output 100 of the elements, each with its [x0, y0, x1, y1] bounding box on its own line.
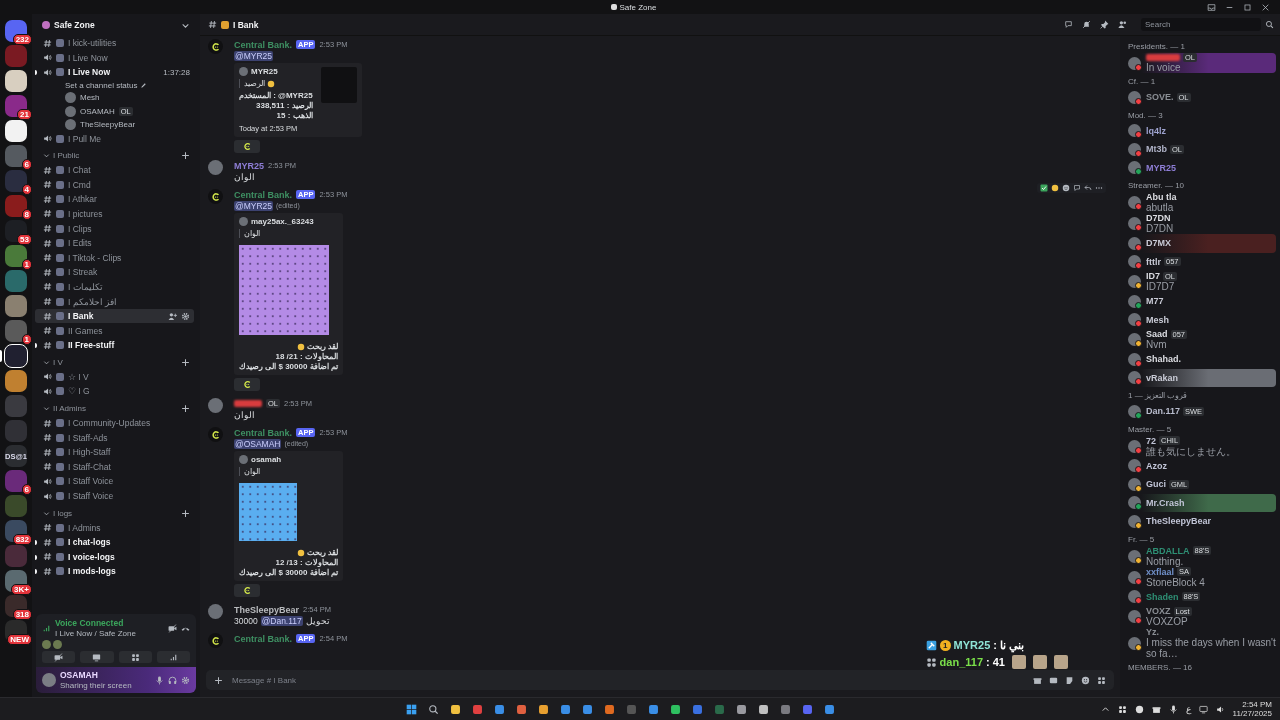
- search-icon[interactable]: [427, 703, 439, 715]
- add-channel-icon[interactable]: [181, 508, 190, 518]
- notification-off-icon[interactable]: [1082, 20, 1091, 29]
- chevron-up-icon[interactable]: [1100, 704, 1110, 714]
- server-icon[interactable]: [5, 70, 27, 92]
- member-item[interactable]: M77: [1126, 292, 1276, 311]
- settings-icon[interactable]: [181, 311, 190, 321]
- channel-item[interactable]: I Staff-Chat: [35, 459, 194, 475]
- member-item[interactable]: Mesh: [1126, 310, 1276, 329]
- more-icon[interactable]: [1095, 184, 1103, 192]
- monitor-icon[interactable]: [1198, 704, 1208, 714]
- app-icon[interactable]: [559, 703, 571, 715]
- server-icon[interactable]: [5, 370, 27, 392]
- add-channel-icon[interactable]: [181, 404, 190, 414]
- inbox-icon[interactable]: [1207, 2, 1216, 12]
- member-item[interactable]: Yz. I miss the days when I wasn't so fa…: [1126, 627, 1276, 659]
- channel-item[interactable]: ♡ I G: [35, 384, 194, 399]
- sticker-icon[interactable]: [1065, 675, 1074, 685]
- member-item[interactable]: TheSleepyBear: [1126, 512, 1276, 531]
- channel-item[interactable]: I kick-utilities: [35, 36, 194, 51]
- channel-item[interactable]: I chat-logs: [35, 534, 194, 550]
- bot-button[interactable]: [234, 584, 260, 597]
- channel-item[interactable]: I Bank: [35, 308, 194, 324]
- category-header[interactable]: II Admins: [35, 401, 194, 416]
- voice-user[interactable]: TheSleepyBear: [35, 117, 194, 132]
- server-icon[interactable]: [5, 520, 27, 542]
- add-reaction-icon[interactable]: [1062, 184, 1070, 192]
- channel-item[interactable]: I Staff-Ads: [35, 430, 194, 445]
- channel-item[interactable]: ☆ I V: [35, 369, 194, 385]
- channel-item[interactable]: I voice-logs: [35, 549, 194, 565]
- tray-icon[interactable]: [1134, 704, 1144, 714]
- app-icon[interactable]: [603, 703, 615, 715]
- app-icon[interactable]: [515, 703, 527, 715]
- server-icon[interactable]: [5, 345, 27, 367]
- app-icon[interactable]: [669, 703, 681, 715]
- channel-item[interactable]: I Edits: [35, 235, 194, 251]
- plus-icon[interactable]: [214, 675, 223, 685]
- author-name[interactable]: Central Bank.: [234, 427, 293, 438]
- gif-icon[interactable]: [1049, 675, 1058, 685]
- windows-icon[interactable]: [405, 703, 417, 715]
- app-icon[interactable]: [647, 703, 659, 715]
- app-icon[interactable]: [537, 703, 549, 715]
- language-indicator[interactable]: ع: [1185, 704, 1191, 714]
- channel-item[interactable]: II Free-stuff: [35, 338, 194, 353]
- channel-item[interactable]: II Games: [35, 323, 194, 338]
- member-item[interactable]: lq4lz: [1126, 121, 1276, 140]
- mention[interactable]: @MYR25: [234, 200, 273, 211]
- headphones-icon[interactable]: [168, 675, 177, 685]
- app-icon[interactable]: [449, 703, 461, 715]
- mention[interactable]: @MYR25: [234, 50, 273, 61]
- author-name[interactable]: Central Bank.: [234, 39, 293, 50]
- search-icon[interactable]: [1265, 20, 1274, 29]
- channel-item[interactable]: I Live Now 1:37:28: [35, 65, 194, 80]
- clock[interactable]: 2:54 PM 11/27/2025: [1232, 700, 1272, 718]
- app-icon[interactable]: [581, 703, 593, 715]
- category-header[interactable]: I V: [35, 355, 194, 370]
- voice-control-button[interactable]: [156, 651, 190, 663]
- voice-control-button[interactable]: [80, 651, 114, 663]
- member-item[interactable]: vRakan: [1126, 368, 1276, 387]
- message-input[interactable]: Message # I Bank: [230, 674, 1026, 686]
- channel-item[interactable]: I Admins: [35, 520, 194, 535]
- channel-item[interactable]: I تكليمات: [35, 279, 194, 295]
- channel-item[interactable]: I pictures: [35, 206, 194, 222]
- bot-button[interactable]: [234, 378, 260, 391]
- add-channel-icon[interactable]: [181, 151, 190, 161]
- app-icon[interactable]: [493, 703, 505, 715]
- author-name[interactable]: TheSleepyBear: [234, 604, 300, 615]
- channel-item[interactable]: I Live Now: [35, 50, 194, 66]
- voice-user[interactable]: Mesh: [35, 90, 194, 105]
- volume-icon[interactable]: [1215, 704, 1225, 714]
- invite-icon[interactable]: [168, 311, 177, 321]
- category-header[interactable]: I logs: [35, 506, 194, 521]
- channel-item[interactable]: I Chat: [35, 162, 194, 178]
- search-field[interactable]: Search: [1141, 18, 1261, 31]
- author-name[interactable]: Central Bank.: [234, 189, 293, 200]
- emoji-icon[interactable]: [1081, 675, 1090, 685]
- app-icon[interactable]: [735, 703, 747, 715]
- channel-item[interactable]: I Tiktok - Clips: [35, 250, 194, 266]
- member-list-icon[interactable]: [1118, 20, 1127, 29]
- bot-button[interactable]: [234, 140, 260, 153]
- settings-icon[interactable]: [181, 675, 190, 685]
- server-name[interactable]: Safe Zone: [54, 20, 95, 30]
- member-item[interactable]: D7DN D7DN: [1126, 213, 1276, 234]
- channel-item[interactable]: I افز احلامكم: [35, 294, 194, 309]
- tray-icon[interactable]: [1151, 704, 1161, 714]
- add-channel-icon[interactable]: [181, 358, 190, 368]
- channel-item[interactable]: I Staff Voice: [35, 474, 194, 489]
- threads-icon[interactable]: [1064, 20, 1073, 29]
- app-icon[interactable]: [757, 703, 769, 715]
- thread-icon[interactable]: [1073, 184, 1081, 192]
- member-item[interactable]: Shahad.: [1126, 350, 1276, 369]
- microphone-icon[interactable]: [1168, 704, 1178, 714]
- mention[interactable]: @Dan.117: [260, 615, 303, 626]
- pin-icon[interactable]: [1100, 20, 1109, 29]
- member-item[interactable]: D7MX: [1126, 234, 1276, 253]
- close-icon[interactable]: [1261, 2, 1270, 12]
- voice-control-button[interactable]: [42, 651, 76, 663]
- member-item[interactable]: Azoz: [1126, 456, 1276, 475]
- channel-item[interactable]: I Cmd: [35, 177, 194, 193]
- apps-icon[interactable]: [1097, 675, 1106, 685]
